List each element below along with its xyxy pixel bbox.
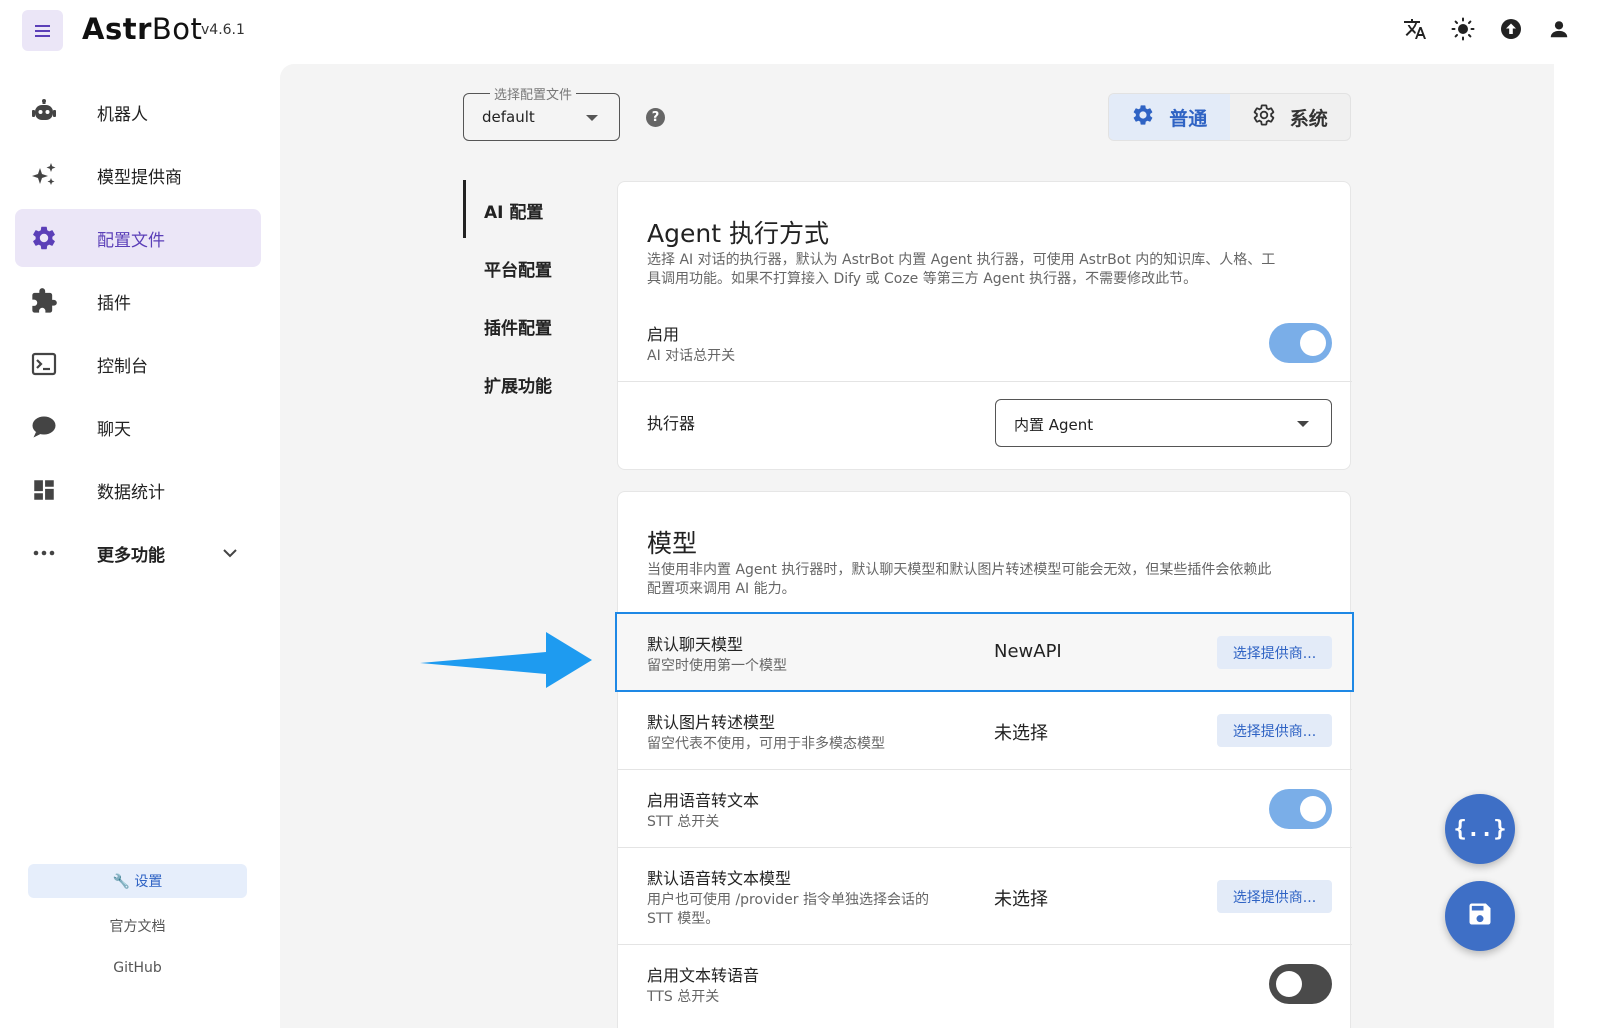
floppy-disk-icon: [1466, 900, 1494, 932]
subnav-extensions[interactable]: 扩展功能: [484, 372, 552, 397]
sidebar-item-label: 机器人: [97, 104, 148, 125]
mode-system-button[interactable]: 系统: [1230, 94, 1351, 140]
card-description: 当使用非内置 Agent 执行器时，默认聊天模型和默认图片转述模型可能会无效，但…: [647, 562, 1272, 597]
translate-icon[interactable]: [1402, 16, 1428, 42]
sidebar-item-console[interactable]: 控制台: [15, 335, 261, 393]
caret-down-icon: [586, 115, 598, 121]
sidebar-item-label: 模型提供商: [97, 167, 182, 188]
sidebar-item-label: 插件: [97, 293, 131, 314]
tts-enable-title: 启用文本转语音: [647, 966, 760, 985]
app-logo: AstrBot: [82, 12, 203, 46]
executor-select-value: 内置 Agent: [1014, 416, 1094, 434]
sidebar-item-label: 配置文件: [97, 230, 165, 251]
sidebar-item-label: 更多功能: [97, 545, 165, 566]
divider: [618, 944, 1352, 945]
divider: [618, 769, 1352, 770]
gear-outline-icon: [1252, 103, 1276, 132]
docs-link[interactable]: 官方文档: [28, 916, 247, 936]
enable-ai-title: 启用: [647, 325, 680, 344]
mode-normal-button[interactable]: 普通: [1109, 94, 1230, 140]
mode-normal-label: 普通: [1169, 107, 1208, 130]
gear-icon: [29, 223, 59, 253]
enable-ai-subtitle: AI 对话总开关: [647, 348, 736, 364]
sidebar-item-chat[interactable]: 聊天: [15, 398, 261, 456]
subnav-active-indicator: [463, 180, 466, 238]
stt-toggle[interactable]: [1269, 789, 1332, 829]
card-title: 模型: [647, 529, 698, 558]
subnav-platform-config[interactable]: 平台配置: [484, 256, 552, 281]
chat-icon: [29, 412, 59, 442]
mode-system-label: 系统: [1289, 107, 1328, 130]
select-provider-button[interactable]: 选择提供商...: [1217, 636, 1332, 669]
image-model-title: 默认图片转述模型: [647, 713, 776, 732]
divider: [618, 381, 1352, 382]
app-version: v4.6.1: [201, 22, 245, 38]
user-icon[interactable]: [1546, 16, 1572, 42]
braces-icon: {..}: [1453, 816, 1507, 842]
more-icon: [29, 538, 59, 568]
save-button[interactable]: [1445, 881, 1515, 951]
menu-toggle-button[interactable]: [22, 10, 63, 51]
sidebar-item-robot[interactable]: 机器人: [15, 83, 261, 141]
sidebar-item-more[interactable]: 更多功能: [15, 524, 261, 582]
sidebar-item-label: 数据统计: [97, 482, 165, 503]
sun-icon[interactable]: [1450, 16, 1476, 42]
puzzle-icon: [29, 286, 59, 316]
sparkles-icon: [29, 160, 59, 190]
card-description: 选择 AI 对话的执行器，默认为 AstrBot 内置 Agent 执行器，可使…: [647, 252, 1276, 287]
config-select-legend: 选择配置文件: [490, 84, 577, 103]
annotation-arrow-icon: [420, 632, 592, 688]
enable-ai-toggle[interactable]: [1269, 323, 1332, 363]
image-model-subtitle: 留空代表不使用，可用于非多模态模型: [647, 736, 885, 752]
tts-enable-subtitle: TTS 总开关: [647, 989, 720, 1005]
card-title: Agent 执行方式: [647, 219, 829, 248]
help-icon[interactable]: ?: [646, 108, 665, 127]
executor-title: 执行器: [647, 414, 696, 433]
stt-enable-subtitle: STT 总开关: [647, 814, 720, 830]
agent-executor-card: Agent 执行方式 选择 AI 对话的执行器，默认为 AstrBot 内置 A…: [617, 181, 1352, 470]
sidebar-item-label: 控制台: [97, 356, 148, 377]
sidebar-item-statistics[interactable]: 数据统计: [15, 461, 261, 519]
code-editor-button[interactable]: {..}: [1445, 794, 1515, 864]
robot-icon: [29, 97, 59, 127]
sidebar-item-model-providers[interactable]: 模型提供商: [15, 146, 261, 204]
console-icon: [29, 349, 59, 379]
stt-model-subtitle: 用户也可使用 /provider 指令单独选择会话的 STT 模型。: [647, 892, 929, 927]
subnav-ai-config[interactable]: AI 配置: [484, 198, 543, 223]
executor-select[interactable]: 内置 Agent: [995, 399, 1332, 447]
dashboard-icon: [29, 475, 59, 505]
tts-toggle[interactable]: [1269, 964, 1332, 1004]
divider: [618, 847, 1352, 848]
chat-model-title: 默认聊天模型: [647, 635, 744, 654]
hamburger-icon: [35, 29, 50, 32]
caret-down-icon: [1297, 421, 1309, 427]
config-select-value: default: [482, 108, 535, 126]
stt-enable-title: 启用语音转文本: [647, 791, 760, 810]
mode-toggle: 普通 系统: [1108, 93, 1351, 141]
model-card: 模型 当使用非内置 Agent 执行器时，默认聊天模型和默认图片转述模型可能会无…: [615, 491, 1354, 1028]
sidebar-item-label: 聊天: [97, 419, 131, 440]
github-link[interactable]: GitHub: [28, 960, 247, 976]
subnav-plugin-config[interactable]: 插件配置: [484, 314, 552, 339]
sidebar-item-config-files[interactable]: 配置文件: [15, 209, 261, 267]
chevron-down-icon: [221, 544, 239, 566]
settings-button[interactable]: 🔧 设置: [28, 864, 247, 898]
config-file-select[interactable]: 选择配置文件 default: [463, 84, 620, 141]
chat-model-subtitle: 留空时使用第一个模型: [647, 658, 787, 674]
sidebar: 机器人 模型提供商 配置文件 插件 控制台 聊天 数据统计 更多功能 🔧 设置 …: [0, 64, 280, 1028]
image-model-value: 未选择: [994, 723, 1048, 744]
select-provider-button[interactable]: 选择提供商...: [1217, 714, 1332, 747]
select-provider-button[interactable]: 选择提供商...: [1217, 880, 1332, 913]
upload-icon[interactable]: [1498, 16, 1524, 42]
stt-model-value: 未选择: [994, 889, 1048, 910]
chat-model-value: NewAPI: [994, 641, 1062, 662]
sidebar-item-plugins[interactable]: 插件: [15, 272, 261, 330]
gear-icon: [1131, 103, 1155, 132]
stt-model-title: 默认语音转文本模型: [647, 869, 792, 888]
top-bar: AstrBot v4.6.1: [0, 0, 1600, 64]
